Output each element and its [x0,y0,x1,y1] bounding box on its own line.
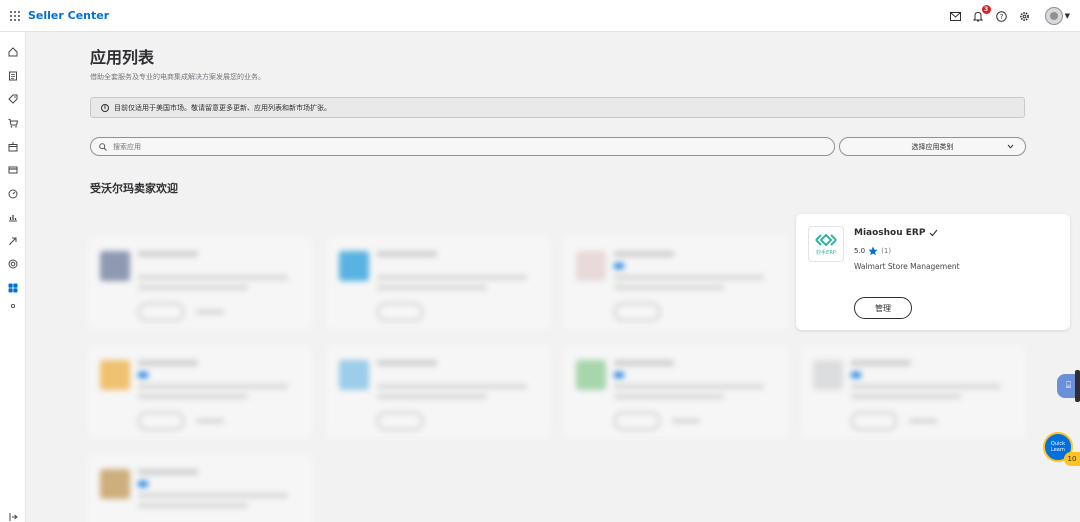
app-card-blurred [327,346,551,438]
cart-icon [8,119,18,128]
app-name-text: Miaoshou ERP [854,228,926,238]
sidebar-item-orders[interactable] [6,69,20,83]
sidebar-item-items[interactable] [6,92,20,106]
floating-side-tab[interactable]: ⌸ [1057,370,1080,402]
app-name[interactable]: Miaoshou ERP [854,228,938,238]
tag-icon [8,94,18,104]
app-card-blurred [88,346,312,438]
sidebar-item-home[interactable] [6,45,20,59]
sidebar-item-inventory[interactable] [6,140,20,154]
category-select[interactable]: 选择应用类别 [839,137,1026,156]
star-icon [868,246,878,256]
inventory-icon [8,142,18,152]
home-icon [8,47,18,57]
chevron-down-icon[interactable]: ▼ [1065,12,1070,20]
payment-icon [8,166,18,174]
notice-text: 目前仅适用于美国市场。敬请留意更多更新、应用列表和新市场扩张。 [114,103,331,112]
app-card-blurred [801,346,1025,438]
chevron-down-icon [1007,144,1014,149]
app-logo-text: 妙手ERP [816,250,836,256]
sidebar [0,32,26,522]
app-card-blurred [88,237,312,329]
verified-check-icon [930,229,938,237]
collapse-icon [9,513,18,521]
help-icon[interactable]: ? [995,10,1008,23]
dot-icon [10,303,16,309]
info-icon: i [101,103,109,112]
search-input[interactable] [113,142,713,151]
app-card-blurred [564,346,788,438]
mail-icon[interactable] [949,10,962,23]
growth-icon [9,237,17,246]
section-title: 受沃尔玛卖家欢迎 [90,182,178,195]
search-box[interactable] [90,137,835,156]
miaoshou-logo-icon [815,233,837,247]
app-rating: 5.0 (1) [854,246,891,256]
orders-icon [9,71,17,81]
svg-text:?: ? [999,13,1003,21]
sidebar-item-payments[interactable] [6,163,20,177]
translate-icon: ⌸ [1065,381,1072,391]
page-subtitle: 借助全套服务及专业的电商集成解决方案发展您的业务。 [90,73,265,81]
category-select-label: 选择应用类别 [911,142,954,151]
sidebar-item-more[interactable] [6,299,20,313]
app-description: Walmart Store Management [854,262,960,271]
featured-app-card[interactable]: 妙手ERP Miaoshou ERP 5.0 (1) Walmart Store… [796,214,1070,330]
quick-learn-count: 10 [1064,452,1080,466]
performance-icon [8,189,18,199]
account-menu[interactable]: ▼ [1044,7,1070,25]
sidebar-item-growth[interactable] [6,234,20,248]
search-icon [99,142,107,151]
top-bar: Seller Center 3 ? ▼ [0,0,1080,32]
top-actions: 3 ? ▼ [949,0,1070,32]
sidebar-item-performance[interactable] [6,187,20,201]
brand-title[interactable]: Seller Center [28,9,109,22]
app-card-blurred [327,237,551,329]
app-card-blurred [88,455,312,522]
app-card-blurred [564,237,788,329]
sidebar-collapse[interactable] [6,510,20,522]
sidebar-item-cart[interactable] [6,116,20,130]
avatar[interactable] [1044,7,1063,25]
main-content: 应用列表 借助全套服务及专业的电商集成解决方案发展您的业务。 i 目前仅适用于美… [26,32,1080,522]
rating-value: 5.0 [854,247,866,255]
notification-badge: 3 [981,4,991,14]
app-logo: 妙手ERP [808,226,844,262]
manage-button[interactable]: 管理 [854,297,912,319]
sidebar-item-analytics[interactable] [6,210,20,224]
bell-icon[interactable]: 3 [972,4,991,23]
sidebar-item-apps[interactable] [6,281,20,295]
app-grid-icon[interactable] [10,10,20,21]
page-title: 应用列表 [90,48,155,67]
apps-icon [8,283,18,293]
gear-icon[interactable] [1018,10,1031,23]
market-notice: i 目前仅适用于美国市场。敬请留意更多更新、应用列表和新市场扩张。 [90,97,1025,118]
target-icon [8,259,18,269]
rating-count: (1) [881,247,892,255]
quick-learn-label-2: Learn [1051,447,1065,453]
analytics-icon [9,215,17,222]
sidebar-item-target[interactable] [6,257,20,271]
